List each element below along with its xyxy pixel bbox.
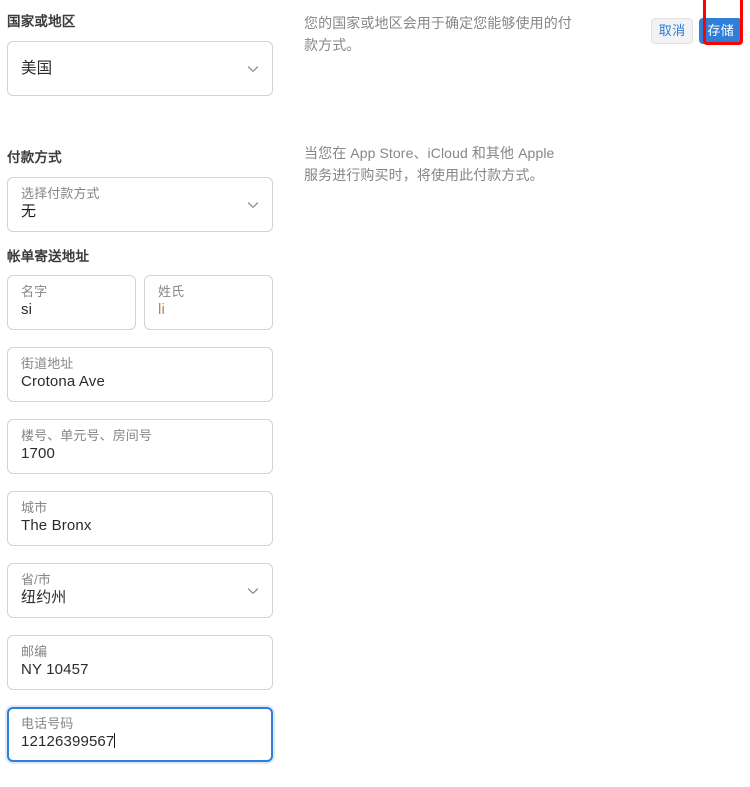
payment-method-group: 付款方式 选择付款方式 无 (7, 150, 273, 233)
payment-method-heading: 付款方式 (7, 150, 62, 165)
billing-address-heading: 帐单寄送地址 (7, 249, 90, 264)
last-name-label: 姓氏 (158, 284, 185, 300)
last-name-field[interactable]: 姓氏 li (144, 275, 273, 331)
city-field[interactable]: 城市 The Bronx (7, 491, 273, 547)
country-region-select[interactable]: 美国 (7, 41, 273, 97)
payment-method-label: 选择付款方式 (21, 186, 100, 202)
postal-code-field[interactable]: 邮编 NY 10457 (7, 635, 273, 691)
postal-code-value: NY 10457 (21, 661, 89, 679)
phone-number-value-wrap: 12126399567 (21, 733, 260, 751)
cancel-button[interactable]: 取消 (650, 18, 694, 44)
unit-number-value: 1700 (21, 445, 55, 463)
street-address-label: 街道地址 (21, 356, 74, 372)
country-region-value: 美国 (21, 60, 53, 78)
payment-method-help: 当您在 App Store、iCloud 和其他 Apple 服务进行购买时，将… (304, 145, 555, 183)
first-name-value: si (21, 301, 33, 319)
street-address-field[interactable]: 街道地址 Crotona Ave (7, 347, 273, 403)
phone-number-field[interactable]: 电话号码 12126399567 (7, 707, 273, 763)
city-label: 城市 (21, 500, 48, 516)
account-billing-form-page: 国家或地区 美国 付款方式 选择付款方式 无 帐单寄送地址 名字 si 姓氏 l… (0, 0, 750, 787)
city-value: The Bronx (21, 517, 92, 535)
first-name-label: 名字 (21, 284, 48, 300)
country-region-heading: 国家或地区 (7, 14, 76, 29)
text-cursor (114, 733, 116, 749)
phone-number-value: 12126399567 (21, 733, 115, 751)
name-row: 名字 si 姓氏 li (7, 275, 273, 331)
postal-code-label: 邮编 (21, 644, 48, 660)
country-region-help: 您的国家或地区会用于确定您能够使用的付款方式。 (304, 15, 572, 53)
first-name-field[interactable]: 名字 si (7, 275, 136, 331)
unit-number-field[interactable]: 楼号、单元号、房间号 1700 (7, 419, 273, 475)
street-address-value: Crotona Ave (21, 373, 105, 391)
state-label: 省/市 (21, 572, 51, 588)
payment-method-select[interactable]: 选择付款方式 无 (7, 177, 273, 233)
country-region-group: 国家或地区 美国 (7, 14, 273, 97)
save-button[interactable]: 存储 (699, 18, 742, 44)
last-name-value: li (158, 301, 165, 319)
action-button-bar: 取消 存储 (650, 18, 742, 44)
billing-address-group: 帐单寄送地址 名字 si 姓氏 li 街道地址 Crotona Ave 楼号、单… (7, 249, 273, 763)
unit-number-label: 楼号、单元号、房间号 (21, 428, 153, 444)
payment-method-value: 无 (21, 203, 37, 221)
state-select[interactable]: 省/市 纽约州 (7, 563, 273, 619)
state-value: 纽约州 (21, 589, 67, 607)
phone-number-label: 电话号码 (21, 716, 74, 732)
